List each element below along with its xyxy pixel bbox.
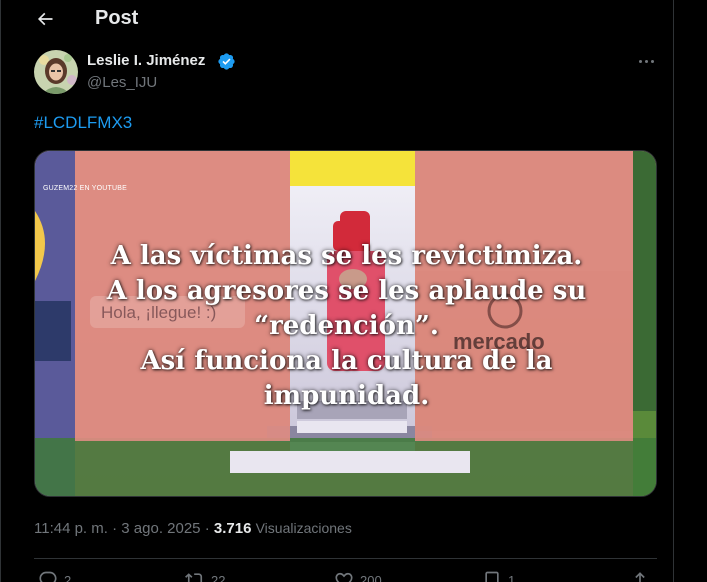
views-count: 3.716 — [213, 520, 252, 537]
overlay-line: A las víctimas se les revictimiza. — [110, 241, 583, 271]
post-column: Post Leslie I. Jiménez @Les_IJU #LCDLFMX… — [0, 0, 674, 582]
page-title: Post — [95, 7, 139, 29]
post-time[interactable]: 11:44 p. m. — [34, 520, 108, 537]
reply-count: 2 — [64, 572, 72, 582]
reply-icon — [39, 571, 57, 582]
more-options-button[interactable] — [631, 50, 661, 72]
divider — [34, 558, 657, 559]
dot-icon — [638, 59, 642, 63]
action-bar: 2 22 200 1 — [34, 570, 657, 582]
bookmark-count: 1 — [508, 572, 516, 582]
overlay-line: A los agresores se les aplaude su — [106, 276, 587, 306]
arrow-left-icon — [37, 12, 53, 26]
media-overlay-text: A las víctimas se les revictimiza. A los… — [35, 239, 656, 414]
hashtag-link[interactable]: #LCDLFMX3 — [34, 113, 132, 133]
heart-icon — [335, 572, 353, 582]
top-bar: Post — [1, 0, 675, 38]
avatar[interactable] — [34, 50, 78, 94]
avatar-image — [34, 50, 78, 94]
reply-button[interactable]: 2 — [38, 570, 71, 582]
post-date[interactable]: 3 ago. 2025 — [121, 520, 200, 537]
overlay-line: impunidad. — [263, 381, 430, 411]
post-media-image[interactable]: GUZEM22 EN YOUTUBE Hola, ¡llegue! :) mer… — [34, 150, 657, 497]
dot-icon — [644, 59, 648, 63]
repost-count: 22 — [211, 572, 226, 582]
author-name[interactable]: Leslie I. Jiménez — [87, 52, 205, 70]
overlay-line: Así funciona la cultura de la — [140, 346, 553, 376]
bookmark-button[interactable]: 1 — [482, 570, 515, 582]
share-icon — [635, 572, 645, 582]
verified-badge-icon — [218, 53, 235, 70]
author-handle[interactable]: @Les_IJU — [87, 74, 157, 92]
dot-icon — [650, 59, 654, 63]
bookmark-icon — [485, 571, 499, 582]
share-button[interactable] — [630, 570, 650, 582]
post-metadata: 11:44 p. m. · 3 ago. 2025 · 3.716 Visual… — [34, 519, 352, 538]
video-watermark: GUZEM22 EN YOUTUBE — [43, 185, 127, 192]
repost-button[interactable]: 22 — [185, 570, 225, 582]
overlay-line: “redención”. — [254, 311, 439, 341]
meta-separator: · — [112, 520, 118, 537]
like-count: 200 — [360, 572, 382, 582]
like-button[interactable]: 200 — [334, 570, 382, 582]
back-button[interactable] — [31, 7, 59, 31]
meta-separator: · — [204, 520, 210, 537]
views-label: Visualizaciones — [255, 520, 352, 536]
repost-icon — [185, 573, 203, 582]
